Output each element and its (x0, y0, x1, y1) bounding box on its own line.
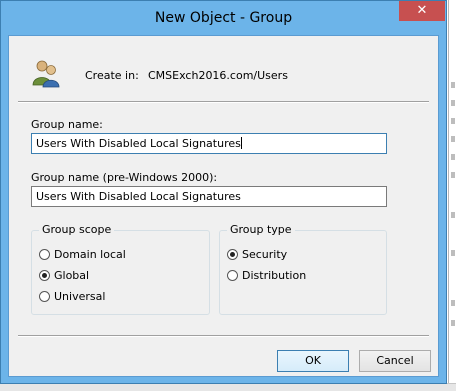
ok-button[interactable]: OK (277, 350, 349, 372)
radio-universal-label: Universal (54, 290, 106, 303)
radio-distribution-label: Distribution (242, 269, 307, 282)
users-group-icon (32, 60, 60, 88)
group-type-label: Group type (227, 223, 295, 236)
radio-domain-local[interactable]: Domain local (39, 248, 126, 262)
background-window-edge (448, 0, 456, 390)
group-type-box: Group type Security Distribution (219, 223, 387, 315)
radio-security-label: Security (242, 248, 288, 261)
group-scope-box: Group scope Domain local Global Universa… (31, 223, 210, 315)
new-object-group-dialog: New Object - Group ✕ Create in: CMSExch2… (0, 0, 447, 384)
group-name-value: Users With Disabled Local Signatures (36, 137, 241, 150)
close-button[interactable]: ✕ (399, 1, 445, 21)
separator-top (18, 101, 429, 103)
radio-button-icon[interactable] (39, 291, 50, 302)
text-caret (240, 137, 242, 149)
group-scope-label: Group scope (39, 223, 115, 236)
radio-button-checked-icon[interactable] (39, 270, 50, 281)
group-name-pre2000-input[interactable]: Users With Disabled Local Signatures (31, 186, 387, 207)
separator-bottom (18, 335, 429, 337)
radio-button-icon[interactable] (39, 249, 50, 260)
radio-security[interactable]: Security (227, 248, 287, 262)
radio-button-icon[interactable] (227, 270, 238, 281)
cancel-button[interactable]: Cancel (359, 350, 431, 372)
radio-button-checked-icon[interactable] (227, 249, 238, 260)
group-name-input[interactable]: Users With Disabled Local Signatures (31, 133, 387, 154)
radio-distribution[interactable]: Distribution (227, 269, 306, 283)
group-name-pre2000-value: Users With Disabled Local Signatures (36, 190, 241, 203)
create-in-label: Create in: (85, 69, 139, 82)
radio-universal[interactable]: Universal (39, 290, 105, 304)
radio-global-label: Global (54, 269, 90, 282)
radio-domain-local-label: Domain local (54, 248, 126, 261)
group-name-label: Group name: (31, 118, 103, 131)
group-name-pre2000-label: Group name (pre-Windows 2000): (31, 171, 218, 184)
create-in-path: CMSExch2016.com/Users (148, 69, 288, 82)
radio-global[interactable]: Global (39, 269, 89, 283)
dialog-title: New Object - Group (154, 10, 293, 26)
title-bar[interactable]: New Object - Group ✕ (1, 1, 446, 35)
dialog-client-area: Create in: CMSExch2016.com/Users Group n… (8, 35, 439, 377)
close-icon: ✕ (416, 3, 428, 18)
